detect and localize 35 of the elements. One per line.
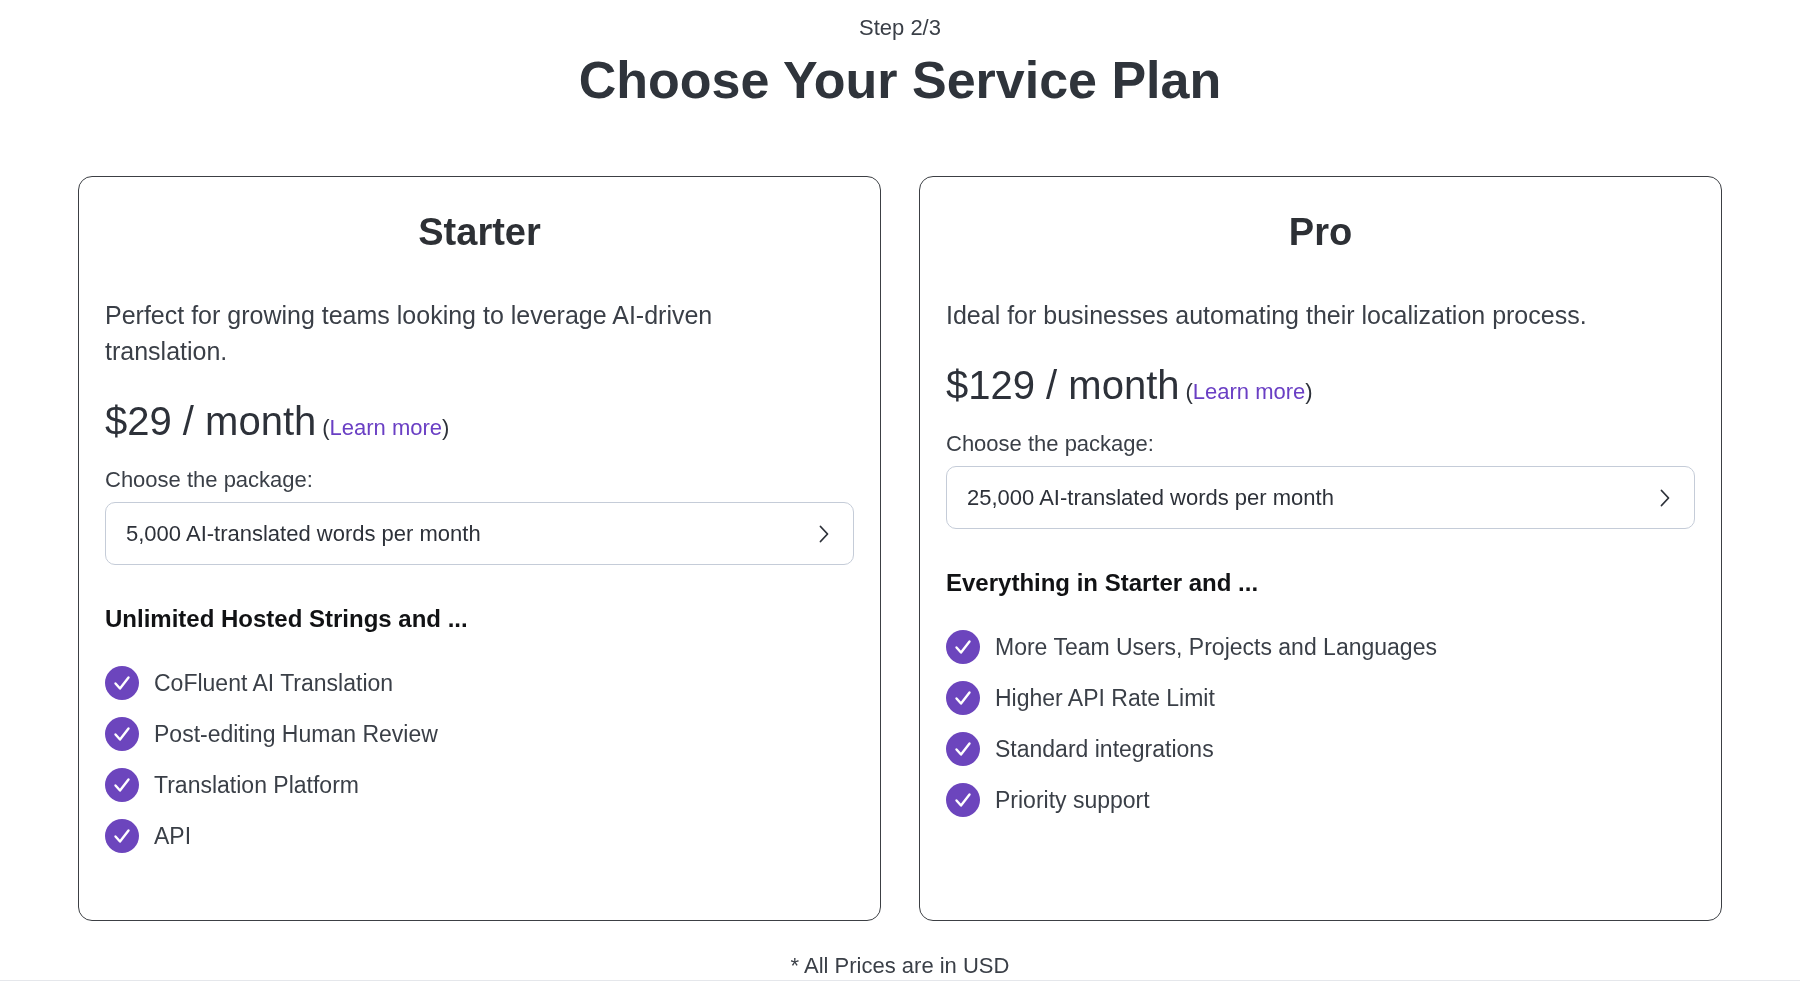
feature-text: Higher API Rate Limit: [995, 684, 1215, 713]
check-circle-icon: [105, 666, 139, 700]
chevron-right-icon: [819, 524, 829, 543]
package-label: Choose the package:: [946, 430, 1154, 458]
check-circle-icon: [946, 630, 980, 664]
feature-text: Post-editing Human Review: [154, 720, 438, 749]
page-title: Choose Your Service Plan: [578, 50, 1222, 110]
package-label: Choose the package:: [105, 466, 313, 494]
package-select[interactable]: 25,000 AI-translated words per month: [946, 466, 1695, 529]
check-circle-icon: [105, 819, 139, 853]
currency-note: * All Prices are in USD: [790, 952, 1010, 980]
check-circle-icon: [946, 681, 980, 715]
check-circle-icon: [105, 717, 139, 751]
package-select[interactable]: 5,000 AI-translated words per month: [105, 502, 854, 565]
feature-text: CoFluent AI Translation: [154, 669, 394, 698]
check-circle-icon: [946, 783, 980, 817]
learn-more-link[interactable]: (Learn more): [1185, 378, 1313, 406]
features-heading: Unlimited Hosted Strings and ...: [105, 605, 468, 633]
plan-description: Perfect for growing teams looking to leverage AI-driven translation.: [105, 300, 714, 367]
plan-price: $129 / month: [946, 362, 1180, 409]
feature-text: More Team Users, Projects and Languages: [995, 633, 1437, 662]
step-indicator: Step 2/3: [859, 14, 941, 42]
feature-text: API: [154, 822, 192, 851]
chevron-right-icon: [1660, 488, 1670, 507]
plan-description: Ideal for businesses automating their localization process.: [946, 300, 1588, 331]
features-heading: Everything in Starter and ...: [946, 569, 1259, 597]
plan-price: $29 / month: [105, 398, 317, 445]
check-circle-icon: [105, 768, 139, 802]
check-circle-icon: [946, 732, 980, 766]
plan-name: Starter: [417, 210, 542, 255]
feature-text: Translation Platform: [154, 771, 359, 800]
feature-text: Priority support: [995, 786, 1150, 815]
learn-more-link[interactable]: (Learn more): [322, 414, 450, 442]
feature-text: Standard integrations: [995, 735, 1214, 764]
plan-name: Pro: [1287, 210, 1354, 255]
